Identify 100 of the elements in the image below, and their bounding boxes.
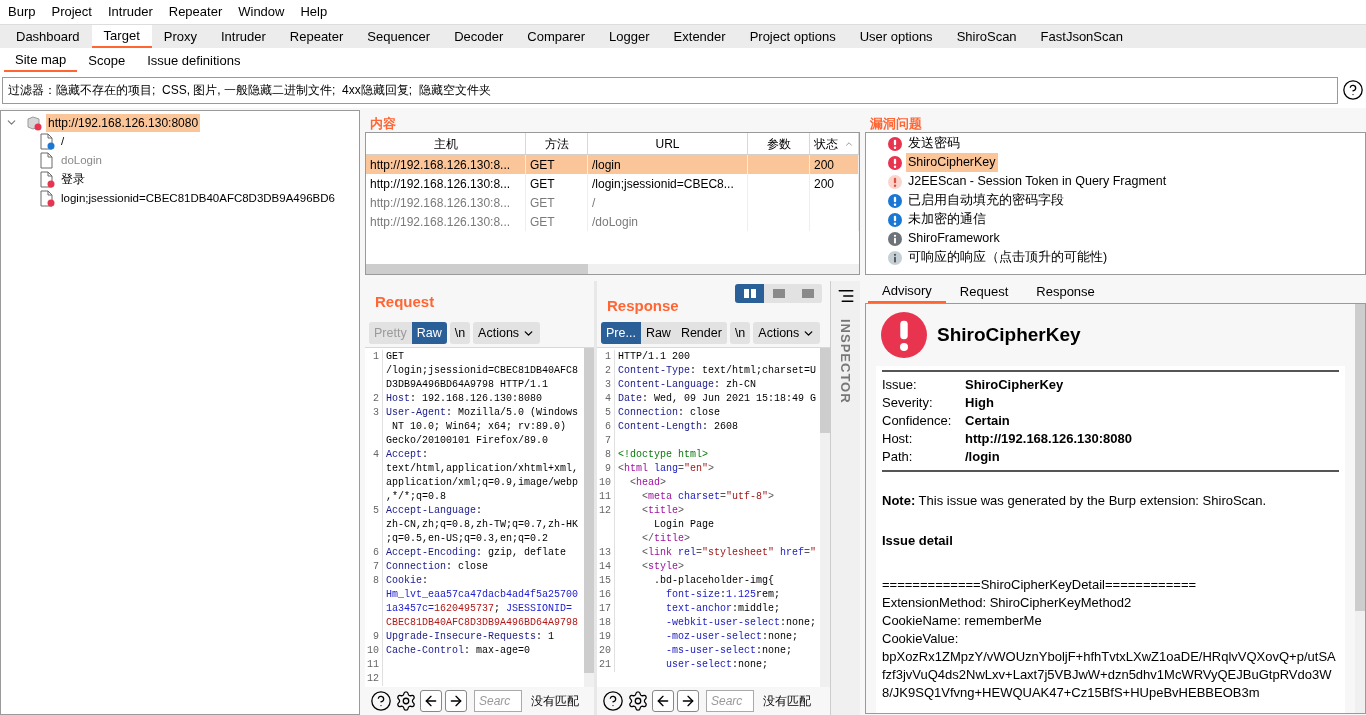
main-tab[interactable]: Proxy (151, 25, 209, 48)
line-number: 14 (599, 561, 611, 572)
line-number: 7 (605, 435, 611, 446)
main-tab[interactable]: Logger (597, 25, 662, 48)
line-number: 6 (373, 547, 379, 558)
main-tab[interactable]: User options (847, 25, 945, 48)
view-tab[interactable]: Pre... (601, 322, 641, 344)
code-line: HTTP/1.1 200 (617, 350, 690, 364)
code-line: D3DB9A496BD64A9798 HTTP/1.1 (385, 378, 549, 392)
scrollbar[interactable] (584, 348, 594, 687)
detail-line: CookieValue: (882, 630, 960, 648)
code-line: Login Page (653, 518, 714, 532)
menu-icon[interactable] (836, 287, 855, 305)
next-button[interactable] (677, 690, 699, 712)
layout-toggle[interactable] (735, 284, 764, 303)
line-number: 5 (605, 407, 611, 418)
previous-button[interactable] (652, 690, 674, 712)
main-tab[interactable]: FastJsonScan (1028, 25, 1135, 48)
inspector-strip[interactable]: INSPECTOR (830, 281, 860, 715)
detail-line: ExtensionMethod: ShiroCipherKeyMethod2 (882, 594, 1133, 612)
tree-item[interactable]: http://192.168.126.130:8080 (46, 113, 201, 132)
table-cell-text: GET (530, 175, 555, 193)
line-number: 13 (599, 547, 611, 558)
tree-item[interactable]: doLogin (59, 151, 104, 170)
settings-icon[interactable] (395, 690, 417, 712)
column-header[interactable]: URL (588, 133, 748, 154)
advisory-tab[interactable]: Request (945, 281, 1023, 303)
table-row[interactable]: http://192.168.126.130:8... GET /doLogin (366, 212, 859, 231)
newline-toggle[interactable]: \n (449, 322, 471, 344)
menu-item[interactable]: Repeater (160, 2, 231, 22)
main-tab[interactable]: Repeater (277, 25, 356, 48)
advisory-tab[interactable]: Response (1022, 281, 1109, 303)
scrollbar[interactable] (820, 348, 830, 687)
line-number: 8 (373, 575, 379, 586)
search-field[interactable]: Searc (706, 690, 754, 712)
table-row[interactable]: http://192.168.126.130:8... GET /login 200 (366, 155, 859, 174)
newline-toggle[interactable]: \n (729, 322, 751, 344)
column-header[interactable]: 参数 (748, 133, 810, 154)
code-line: <html lang="en"> (617, 462, 715, 476)
inspector-label[interactable]: INSPECTOR (835, 319, 856, 404)
menu-item[interactable]: Burp (0, 2, 44, 22)
code-line: zh-CN,zh;q=0.8,zh-TW;q=0.7,zh-HK (385, 518, 579, 532)
code-line: <style> (641, 560, 685, 574)
sub-tab[interactable]: Issue definitions (136, 49, 252, 72)
main-tab[interactable]: ShiroScan (944, 25, 1029, 48)
field-value: Certain (965, 412, 1011, 430)
help-icon[interactable] (1342, 79, 1364, 101)
main-tab[interactable]: Sequencer (355, 25, 443, 48)
issue-item[interactable]: 发送密码 (906, 134, 962, 153)
column-header[interactable]: 主机 (366, 133, 526, 154)
code-line: <!doctype html> (617, 448, 708, 462)
filter-bar[interactable]: 过滤器：隐藏不存在的项目; CSS, 图片, 一般隐藏二进制文件; 4xx隐藏回复; 隐藏空文件夹 (2, 76, 1338, 104)
line-number: 1 (373, 351, 379, 362)
detail-heading: Issue detail (882, 532, 954, 550)
issue-item[interactable]: 已启用自动填充的密码字段 (906, 191, 1066, 210)
code-line: ,*/*;q=0.8 (385, 490, 446, 504)
main-tab[interactable]: Decoder (442, 25, 516, 48)
sub-tab[interactable]: Scope (77, 49, 137, 72)
host-icon (26, 114, 42, 131)
view-tab[interactable]: Raw (411, 322, 447, 344)
actions-dropdown[interactable]: Actions (753, 322, 821, 344)
main-tab[interactable]: Intruder (209, 25, 278, 48)
scrollbar[interactable] (366, 264, 859, 274)
menu-item[interactable]: Project (43, 2, 100, 22)
tree-item[interactable]: / (59, 132, 67, 151)
code-line: Date: Wed, 09 Jun 2021 15:18:49 G (617, 392, 817, 406)
column-header[interactable]: 状态 (810, 133, 859, 154)
code-line: Connection: close (617, 406, 721, 420)
menu-item[interactable]: Help (292, 2, 336, 22)
tree-item[interactable]: 登录 (59, 170, 87, 189)
table-row[interactable]: http://192.168.126.130:8... GET /login;jsessionid=CBEC8... 200 (366, 174, 859, 193)
tree-item[interactable]: login;jsessionid=CBEC81DB40AFC8D3DB9A496BD6 (59, 189, 337, 208)
help-icon[interactable] (370, 690, 392, 712)
menu-item[interactable]: Window (230, 2, 293, 22)
issue-item[interactable]: ShiroCipherKey (906, 153, 998, 172)
code-line: -ms-user-select:none; (665, 644, 793, 658)
issue-item[interactable]: J2EEScan - Session Token in Query Fragment (906, 172, 1169, 191)
column-header[interactable]: 方法 (526, 133, 588, 154)
issue-item[interactable]: ShiroFramework (906, 229, 1002, 248)
main-tab[interactable]: Extender (661, 25, 738, 48)
main-tab[interactable]: Target (91, 25, 152, 48)
line-number: 10 (599, 477, 611, 488)
code-line: Content-Language: zh-CN (617, 378, 757, 392)
main-tab[interactable]: Comparer (515, 25, 598, 48)
main-tab[interactable]: Dashboard (4, 25, 92, 48)
search-field[interactable]: Searc (474, 690, 522, 712)
main-tab[interactable]: Project options (737, 25, 848, 48)
issue-item[interactable]: 可响应的响应（点击顶升的可能性) (906, 248, 1110, 267)
scrollbar[interactable] (1355, 304, 1365, 713)
detail-line: CookieName: rememberMe (882, 612, 1043, 630)
menu-item[interactable]: Intruder (99, 2, 161, 22)
code-line: Accept: (385, 448, 429, 462)
issue-item[interactable]: 未加密的通信 (906, 210, 988, 229)
next-button[interactable] (445, 690, 467, 712)
table-row[interactable]: http://192.168.126.130:8... GET / (366, 193, 859, 212)
line-number: 5 (373, 505, 379, 516)
help-icon[interactable] (602, 690, 624, 712)
settings-icon[interactable] (627, 690, 649, 712)
previous-button[interactable] (420, 690, 442, 712)
actions-dropdown[interactable]: Actions (473, 322, 541, 344)
